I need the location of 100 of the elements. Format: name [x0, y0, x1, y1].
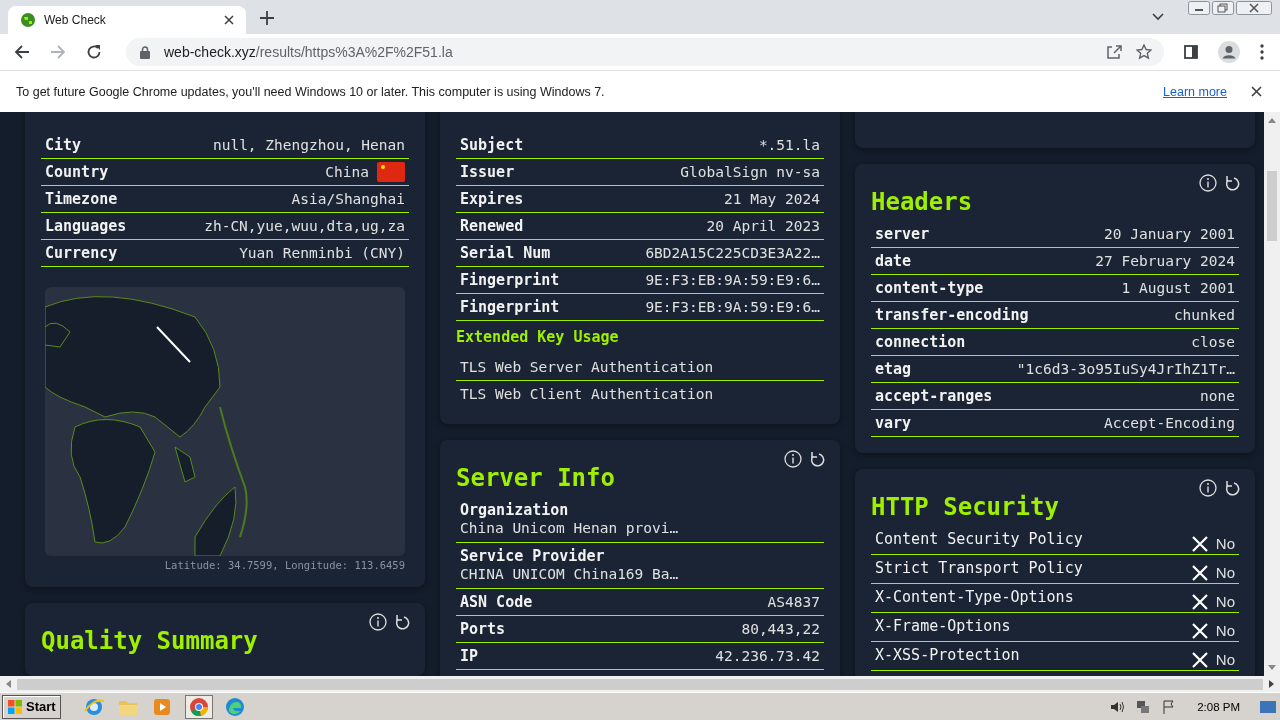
refresh-icon[interactable]: [395, 613, 411, 631]
card-title: Quality Summary: [41, 627, 259, 655]
coordinates-caption: Latitude: 34.7599, Longitude: 113.6459: [163, 559, 406, 571]
card-title: Headers: [871, 188, 974, 216]
row-label: Country: [45, 163, 109, 181]
row-label: Ports: [460, 620, 506, 638]
row-value: Asia/Shanghai: [291, 191, 405, 207]
row-label: Issuer: [460, 163, 515, 181]
row-value: China: [325, 164, 369, 180]
row-label: Organization: [460, 501, 570, 519]
new-tab-icon[interactable]: [260, 11, 274, 25]
card-title: HTTP Security: [871, 493, 1060, 521]
sidebar-icon[interactable]: [1184, 45, 1198, 59]
flag-icon: [377, 162, 405, 182]
status-text: No: [1215, 535, 1235, 552]
close-icon[interactable]: [1251, 86, 1262, 97]
vertical-scrollbar[interactable]: [1264, 112, 1280, 676]
row-value: *.51.la: [758, 137, 820, 153]
row-label: accept-ranges: [875, 387, 993, 405]
row-value: zh-CN,yue,wuu,dta,ug,za: [204, 218, 405, 234]
info-icon[interactable]: [1199, 479, 1217, 497]
scroll-down-icon[interactable]: [1268, 665, 1276, 670]
card-title: Server Info: [456, 464, 616, 492]
star-icon[interactable]: [1136, 44, 1152, 60]
share-icon[interactable]: [1106, 44, 1122, 60]
refresh-icon[interactable]: [810, 450, 826, 468]
refresh-icon[interactable]: [1225, 174, 1241, 192]
globe-icon: [20, 12, 36, 28]
update-message: To get future Google Chrome updates, you'll need Windows 10 or later. This computer is using Windows 7.: [16, 84, 605, 99]
row-label: Service Provider: [460, 547, 606, 565]
network-icon[interactable]: [1135, 698, 1152, 715]
row-value: close: [1191, 334, 1235, 350]
clock: 2:08 PM: [1197, 700, 1240, 713]
row-label: vary: [875, 414, 912, 432]
section-heading: Extended Key Usage: [456, 327, 620, 348]
row-label: Strict Transport Policy: [875, 559, 1083, 577]
row-label: Currency: [45, 244, 118, 262]
row-value: 20 April 2023: [706, 218, 820, 234]
row-value: Accept-Encoding: [1104, 415, 1235, 431]
row-label: etag: [875, 360, 912, 378]
row-label: X-Content-Type-Options: [875, 588, 1074, 606]
reload-icon[interactable]: [86, 44, 102, 60]
row-value: AS4837: [767, 594, 820, 610]
status-text: No: [1215, 651, 1235, 668]
status-text: No: [1215, 564, 1235, 581]
row-label: Serial Num: [460, 244, 551, 262]
list-item: TLS Web Client Authentication: [460, 386, 714, 402]
horizontal-scrollbar[interactable]: [0, 676, 1280, 692]
back-icon[interactable]: [14, 44, 30, 60]
row-value: GlobalSign nv-sa: [680, 164, 820, 180]
close-icon[interactable]: [224, 15, 234, 25]
row-label: X-Frame-Options: [875, 617, 1011, 635]
row-label: Content Security Policy: [875, 530, 1083, 548]
refresh-icon[interactable]: [1225, 479, 1241, 497]
row-value: 6BD2A15C225CD3E3A22…: [645, 245, 820, 261]
info-icon[interactable]: [784, 450, 802, 468]
row-value: China Unicom Henan provi…: [460, 519, 679, 537]
row-value: 9E:F3:EB:9A:59:E9:6…: [645, 272, 820, 288]
row-value: 27 February 2024: [1095, 253, 1235, 269]
row-value: 42.236.73.42: [715, 648, 820, 664]
info-icon[interactable]: [369, 613, 387, 631]
restore-icon[interactable]: [1212, 1, 1234, 15]
row-label: ASN Code: [460, 593, 533, 611]
chrome-taskbar-button[interactable]: [184, 694, 213, 719]
chrome-icon: [188, 696, 209, 717]
scroll-right-icon[interactable]: [1269, 680, 1274, 688]
show-desktop-icon[interactable]: [1260, 699, 1276, 714]
scroll-left-icon[interactable]: [6, 680, 11, 688]
scroll-up-icon[interactable]: [1268, 118, 1276, 123]
start-button[interactable]: Start: [2, 694, 61, 719]
row-label: City: [45, 136, 82, 154]
profile-icon[interactable]: [1218, 41, 1240, 63]
row-value: 80,443,22: [741, 621, 820, 637]
close-icon[interactable]: [1236, 1, 1272, 15]
minimize-icon[interactable]: [1188, 1, 1210, 15]
info-icon[interactable]: [1199, 174, 1217, 192]
windows-logo-icon: [7, 698, 23, 715]
row-value: CHINA UNICOM China169 Ba…: [460, 565, 679, 583]
list-item: TLS Web Server Authentication: [460, 359, 714, 375]
scrollbar-thumb[interactable]: [1267, 171, 1277, 241]
row-label: Fingerprint: [460, 271, 560, 289]
row-label: Fingerprint: [460, 298, 560, 316]
row-label: Timezone: [45, 190, 118, 208]
row-value: 21 May 2024: [723, 191, 820, 207]
row-label: content-type: [875, 279, 984, 297]
menu-icon[interactable]: [1260, 44, 1264, 60]
chevron-down-icon[interactable]: [1152, 13, 1164, 21]
row-value: null, Zhengzhou, Henan: [212, 137, 405, 153]
row-label: server: [875, 225, 930, 243]
row-label: X-XSS-Protection: [875, 646, 1020, 664]
row-label: Renewed: [460, 217, 524, 235]
browser-tab[interactable]: Web Check: [8, 6, 246, 34]
row-value: 9E:F3:EB:9A:59:E9:6…: [645, 299, 820, 315]
tab-title: Web Check: [44, 13, 107, 27]
row-value: none: [1200, 388, 1235, 404]
learn-more-link[interactable]: Learn more: [1163, 84, 1227, 99]
status-text: No: [1215, 593, 1235, 610]
address-bar[interactable]: web-check.xyz/results/https%3A%2F%2F51.la: [126, 38, 1164, 66]
row-label: Subject: [460, 136, 524, 154]
row-label: transfer-encoding: [875, 306, 1029, 324]
